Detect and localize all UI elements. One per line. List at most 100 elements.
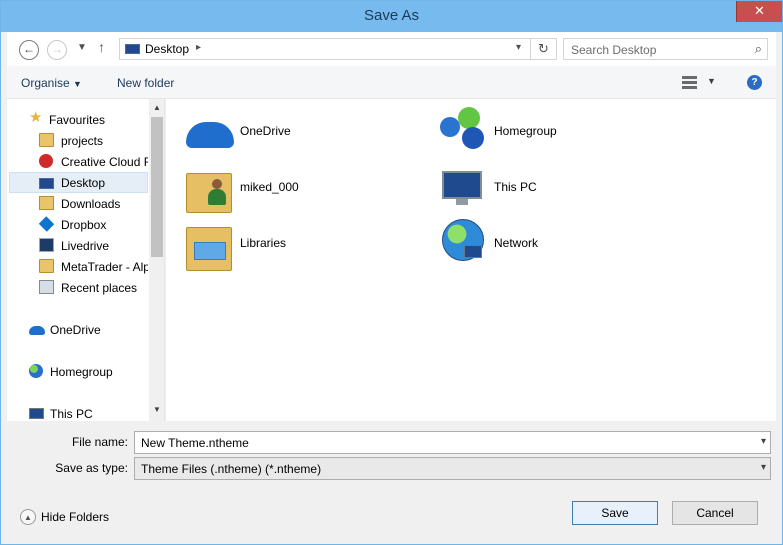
this-pc-icon [442, 171, 482, 205]
file-list: OneDrive Homegroup miked_000 This PC Lib… [166, 99, 776, 421]
sidebar-item-label: Dropbox [61, 218, 107, 232]
desktop-icon [39, 178, 54, 189]
list-item-onedrive[interactable]: OneDrive [166, 107, 406, 159]
back-icon[interactable]: ← [19, 40, 39, 60]
save-as-type-value: Theme Files (.ntheme) (*.ntheme) [141, 462, 322, 476]
help-icon[interactable]: ? [747, 75, 762, 90]
sidebar-item-projects[interactable]: projects [9, 130, 148, 151]
sidebar-item-label: OneDrive [50, 323, 101, 337]
item-label: OneDrive [240, 124, 291, 138]
file-name-field[interactable]: New Theme.ntheme ▾ [134, 431, 771, 454]
sidebar-item-label: Favourites [49, 113, 106, 127]
onedrive-icon [29, 326, 45, 335]
desktop-icon [125, 44, 140, 54]
folder-icon [39, 259, 54, 273]
item-label: miked_000 [240, 180, 299, 194]
command-toolbar: Organise ▼ New folder ▼ ? [7, 66, 776, 99]
user-icon [206, 179, 228, 207]
sidebar-item-favourites[interactable]: ★ Favourites [9, 109, 148, 130]
item-label: Libraries [240, 236, 287, 250]
title-bar: Save As ✕ [1, 1, 782, 32]
search-input[interactable]: Search Desktop ⌕ [563, 38, 768, 60]
search-placeholder: Search Desktop [571, 43, 657, 57]
item-label: This PC [494, 180, 537, 194]
save-options-panel: File name: New Theme.ntheme ▾ Save as ty… [7, 421, 776, 541]
item-label: Homegroup [494, 124, 557, 138]
sidebar-item-label: Downloads [61, 197, 121, 211]
homegroup-icon [440, 107, 486, 153]
scroll-down-icon[interactable]: ▼ [153, 405, 161, 414]
sidebar-item-label: MetaTrader - Alp [61, 260, 148, 274]
navigation-pane: ★ Favourites projects Creative Cloud Fi … [7, 99, 165, 421]
creative-cloud-icon [39, 154, 53, 168]
star-icon: ★ [29, 109, 43, 126]
homegroup-icon [29, 364, 43, 378]
address-text: Desktop [145, 42, 190, 56]
sidebar-item-creative-cloud[interactable]: Creative Cloud Fi [9, 151, 148, 172]
new-folder-button[interactable]: New folder [117, 76, 174, 90]
forward-icon[interactable]: → [47, 40, 67, 60]
sidebar-item-homegroup[interactable]: Homegroup [9, 361, 148, 382]
libraries-icon [186, 227, 232, 271]
sidebar-item-label: This PC [50, 407, 93, 421]
cancel-button[interactable]: Cancel [672, 501, 758, 525]
sidebar-scrollbar[interactable]: ▲ ▼ [149, 99, 164, 421]
hide-folders-label: Hide Folders [41, 510, 110, 524]
recent-places-icon [39, 280, 54, 294]
sidebar-item-label: Livedrive [61, 239, 110, 253]
folder-icon [39, 133, 54, 147]
item-label: Network [494, 236, 539, 250]
window-title: Save As [363, 7, 420, 24]
address-bar[interactable]: Desktop ▸ ▾ ↻ [119, 38, 557, 60]
chevron-down-icon: ▼ [73, 79, 82, 89]
sidebar-item-desktop[interactable]: Desktop [9, 172, 148, 193]
sidebar-item-label: Creative Cloud Fi [61, 155, 148, 169]
search-icon[interactable]: ⌕ [755, 41, 762, 57]
address-dropdown-chevron-down-icon[interactable]: ▾ [516, 42, 521, 53]
list-item-libraries[interactable]: Libraries [166, 219, 406, 271]
save-as-type-select[interactable]: Theme Files (.ntheme) (*.ntheme) ▾ [134, 457, 771, 480]
downloads-icon [39, 196, 54, 210]
navigation-bar: ← → ▼ ↑ Desktop ▸ ▾ ↻ Search Desktop ⌕ [7, 32, 776, 66]
list-item-user-folder[interactable]: miked_000 [166, 163, 406, 215]
network-icon [440, 219, 486, 265]
refresh-icon[interactable]: ↻ [530, 39, 556, 59]
save-as-dialog: Save As ✕ ← → ▼ ↑ Desktop ▸ ▾ ↻ Search D… [0, 0, 783, 545]
sidebar-item-livedrive[interactable]: Livedrive [9, 235, 148, 256]
sidebar-item-label: Homegroup [50, 365, 113, 379]
collapse-icon: ▲ [20, 509, 36, 525]
close-button[interactable]: ✕ [736, 1, 782, 22]
dropbox-icon [38, 216, 55, 232]
sidebar-item-recent-places[interactable]: Recent places [9, 277, 148, 298]
save-as-type-label: Save as type: [55, 461, 128, 475]
sidebar-item-label: projects [61, 134, 104, 148]
list-item-homegroup[interactable]: Homegroup [420, 107, 660, 159]
file-name-value: New Theme.ntheme [141, 436, 249, 450]
hide-folders-button[interactable]: ▲ Hide Folders [20, 508, 110, 528]
file-name-dropdown-chevron-down-icon[interactable]: ▾ [761, 436, 766, 447]
sidebar-item-dropbox[interactable]: Dropbox [9, 214, 148, 235]
sidebar-item-label: Desktop [61, 176, 106, 190]
onedrive-icon [186, 122, 234, 148]
save-button[interactable]: Save [572, 501, 658, 525]
file-name-label: File name: [71, 435, 128, 449]
organise-button[interactable]: Organise ▼ [21, 76, 82, 90]
view-chevron-down-icon[interactable]: ▼ [707, 76, 716, 86]
list-item-network[interactable]: Network [420, 219, 660, 271]
sidebar-item-metatrader[interactable]: MetaTrader - Alp [9, 256, 148, 277]
sidebar-item-label: Recent places [61, 281, 138, 295]
recent-locations-chevron-down-icon[interactable]: ▼ [77, 42, 87, 53]
sidebar-item-this-pc[interactable]: This PC [9, 403, 148, 421]
sidebar-item-onedrive[interactable]: OneDrive [9, 319, 148, 340]
scroll-up-icon[interactable]: ▲ [153, 103, 161, 112]
this-pc-icon [29, 408, 44, 419]
save-as-type-chevron-down-icon[interactable]: ▾ [761, 462, 766, 473]
livedrive-icon [39, 238, 54, 252]
list-item-this-pc[interactable]: This PC [420, 163, 660, 215]
sidebar-item-downloads[interactable]: Downloads [9, 193, 148, 214]
view-options-icon[interactable] [682, 76, 697, 89]
breadcrumb-chevron-icon[interactable]: ▸ [196, 42, 201, 53]
organise-label: Organise [21, 76, 70, 90]
up-icon[interactable]: ↑ [98, 39, 105, 55]
scroll-thumb[interactable] [151, 117, 163, 257]
